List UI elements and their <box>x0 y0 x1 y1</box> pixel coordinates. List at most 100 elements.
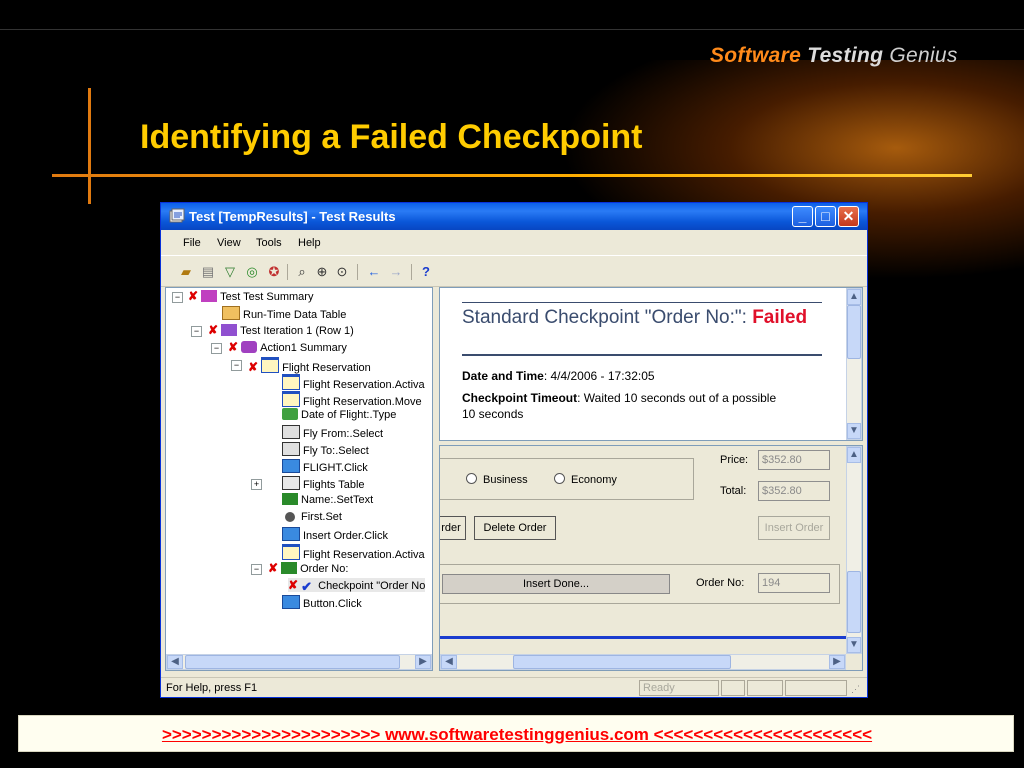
scroll-up-icon[interactable]: ▲ <box>847 447 861 463</box>
tree-node[interactable]: Insert Order.Click <box>282 527 388 542</box>
app-horizontal-scrollbar[interactable]: ◀ ▶ <box>440 654 846 670</box>
toolbar-separator <box>287 264 288 280</box>
website-link[interactable]: >>>>>>>>>>>>>>>>>>>>>> www.softwaretesti… <box>19 725 1015 745</box>
tree-node[interactable]: First.Set <box>282 510 342 524</box>
tree-node[interactable]: Run-Time Data Table <box>222 306 346 321</box>
open-icon[interactable]: ▰ <box>177 264 195 280</box>
collapse-toggle[interactable]: − <box>172 292 183 303</box>
filter-icon[interactable]: ▽ <box>221 264 239 280</box>
total-field[interactable]: $352.80 <box>758 481 830 501</box>
zoom-out-icon[interactable]: ⌕ <box>293 264 311 280</box>
insert-order-button[interactable]: Insert Order <box>758 516 830 540</box>
status-ready: Ready <box>639 680 719 696</box>
window-titlebar[interactable]: Test [TempResults] - Test Results _ □ ✕ <box>161 203 867 230</box>
radio-circle-icon <box>466 473 477 484</box>
report-icon[interactable]: ✪ <box>265 264 283 280</box>
price-field[interactable]: $352.80 <box>758 450 830 470</box>
tree-node[interactable]: Date of Flight:.Type <box>282 408 396 422</box>
date-time-line: Date and Time: 4/4/2006 - 17:32:05 <box>462 369 655 383</box>
scroll-thumb[interactable] <box>847 571 861 633</box>
zoom-in-icon[interactable]: ⊕ <box>313 264 331 280</box>
scroll-down-icon[interactable]: ▼ <box>847 423 861 439</box>
close-button[interactable]: ✕ <box>838 206 859 227</box>
vertical-accent-rule <box>88 88 91 204</box>
edit-icon <box>281 562 298 574</box>
scroll-thumb[interactable] <box>185 655 400 669</box>
failed-x-icon: ✘ <box>268 561 279 575</box>
forward-arrow-icon[interactable]: → <box>387 264 405 280</box>
scroll-thumb[interactable] <box>847 305 861 359</box>
radio-economy[interactable]: Economy <box>554 473 617 486</box>
tree-horizontal-scrollbar[interactable]: ◀ ▶ <box>166 654 432 670</box>
minimize-icon: _ <box>798 208 807 224</box>
top-border-line <box>0 29 1024 30</box>
status-cell <box>747 680 783 696</box>
scroll-right-icon[interactable]: ▶ <box>829 655 845 669</box>
tree-node[interactable]: ✘ Test Iteration 1 (Row 1) <box>208 323 354 337</box>
find-icon[interactable]: ◎ <box>243 264 261 280</box>
total-label: Total: <box>720 485 747 497</box>
results-tree: − ✘ Test Test Summary Run-Time Data Tabl… <box>165 287 433 671</box>
collapse-toggle[interactable]: − <box>211 343 222 354</box>
app-vertical-scrollbar[interactable]: ▲ ▼ <box>846 446 862 654</box>
edit-icon <box>282 493 298 505</box>
scroll-down-icon[interactable]: ▼ <box>847 637 861 653</box>
tree-node[interactable]: Button.Click <box>282 595 362 610</box>
tree-node[interactable]: ✘ Order No: <box>268 561 348 575</box>
horizontal-accent-rule <box>52 174 972 177</box>
scroll-left-icon[interactable]: ◀ <box>167 655 183 669</box>
tree-node[interactable]: Name:.SetText <box>282 493 373 507</box>
delete-order-button[interactable]: Delete Order <box>474 516 556 540</box>
menu-help[interactable]: Help <box>298 237 321 249</box>
maximize-button[interactable]: □ <box>815 206 836 227</box>
menu-view[interactable]: View <box>217 237 241 249</box>
tree-node[interactable]: ✘ Action1 Summary <box>228 340 347 354</box>
collapse-toggle[interactable]: − <box>251 564 262 575</box>
tree-node[interactable]: FLIGHT.Click <box>282 459 368 474</box>
tree-node[interactable]: Fly To:.Select <box>282 442 369 457</box>
details-vertical-scrollbar[interactable]: ▲ ▼ <box>846 288 862 440</box>
order-no-field[interactable]: 194 <box>758 573 830 593</box>
minimize-button[interactable]: _ <box>792 206 813 227</box>
edit-icon <box>282 408 298 420</box>
toolbar: ▰ ▤ ▽ ◎ ✪ ⌕ ⊕ ⊙ ← → ? <box>161 255 867 287</box>
print-icon[interactable]: ▤ <box>199 264 217 280</box>
tree-node[interactable]: Fly From:.Select <box>282 425 383 440</box>
partial-order-button[interactable]: rder <box>440 516 466 540</box>
action-icon <box>241 341 258 353</box>
separator-line <box>440 636 846 639</box>
tree-node-selected[interactable]: ✘ ✔ Checkpoint "Order No <box>288 578 426 594</box>
menu-tools[interactable]: Tools <box>256 237 282 249</box>
tree-node[interactable]: Flights Table <box>282 476 365 491</box>
tree-node[interactable]: ✘ Flight Reservation <box>248 357 371 374</box>
button-icon <box>282 459 300 473</box>
heading-rule <box>462 354 822 356</box>
table-icon <box>222 306 240 320</box>
tree-node[interactable]: Flight Reservation.Activa <box>282 544 425 561</box>
help-icon[interactable]: ? <box>417 264 435 280</box>
resize-grip-icon[interactable]: ⋰ <box>851 684 860 695</box>
menu-file[interactable]: File <box>183 237 201 249</box>
collapse-toggle[interactable]: − <box>191 326 202 337</box>
expand-toggle[interactable]: + <box>251 479 262 490</box>
radio-icon <box>285 512 295 522</box>
check-icon: ✔ <box>301 579 313 594</box>
tree-node[interactable]: Flight Reservation.Activa <box>282 374 425 391</box>
scroll-right-icon[interactable]: ▶ <box>415 655 431 669</box>
back-arrow-icon[interactable]: ← <box>365 264 383 280</box>
tree-node[interactable]: ✘ Test Test Summary <box>188 289 313 303</box>
insert-progress-bar: Insert Done... <box>442 574 670 594</box>
scroll-up-icon[interactable]: ▲ <box>847 289 861 305</box>
scroll-thumb[interactable] <box>513 655 731 669</box>
failed-x-icon: ✘ <box>248 360 259 374</box>
zoom-icon[interactable]: ⊙ <box>333 264 351 280</box>
collapse-toggle[interactable]: − <box>231 360 242 371</box>
button-icon <box>282 527 300 541</box>
tree-node[interactable]: Flight Reservation.Move <box>282 391 422 408</box>
radio-business[interactable]: Business <box>466 473 528 486</box>
radio-circle-icon <box>554 473 565 484</box>
scroll-left-icon[interactable]: ◀ <box>441 655 457 669</box>
table-icon <box>282 476 300 490</box>
checkpoint-heading: Standard Checkpoint "Order No:": Failed <box>462 302 822 331</box>
footer-banner: >>>>>>>>>>>>>>>>>>>>>> www.softwaretesti… <box>18 715 1014 752</box>
